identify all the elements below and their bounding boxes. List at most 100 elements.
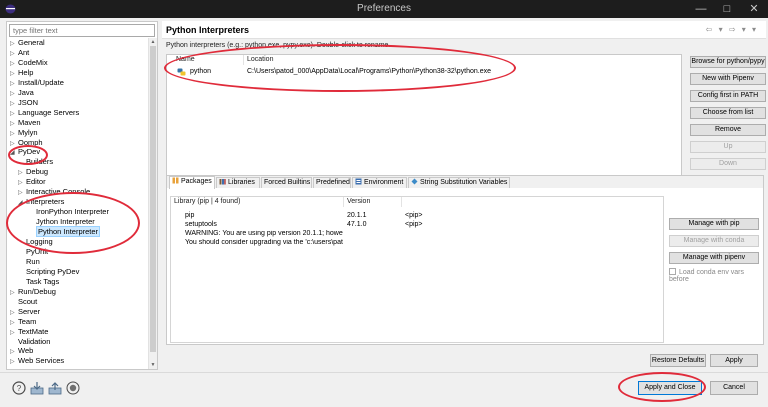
history-nav-icon[interactable]: ⇦ ▾ ⇨ ▾ ▾ <box>706 25 758 34</box>
column-divider[interactable] <box>401 197 402 207</box>
tree-item-mylyn[interactable]: ▷ Mylyn <box>10 128 38 137</box>
restore-defaults-button[interactable]: Restore Defaults <box>650 354 706 367</box>
tree-item-run-debug[interactable]: ▷ Run/Debug <box>10 287 56 296</box>
new-with-pipenv-button[interactable]: New with Pipenv <box>690 73 766 85</box>
tree-item-interactive-console[interactable]: ▷ Interactive Console <box>18 187 90 196</box>
package-source: <pip> <box>405 221 423 228</box>
tree-item-run[interactable]: Run <box>18 257 40 266</box>
tree-item-web-services[interactable]: ▷ Web Services <box>10 356 64 365</box>
variables-icon <box>411 178 418 185</box>
tab-packages[interactable]: Packages <box>169 176 215 189</box>
tree-item-web[interactable]: ▷ Web <box>10 346 33 355</box>
interpreter-info-tabs: Packages Libraries Forced Builtins Prede… <box>166 175 764 345</box>
column-header-location[interactable]: Location <box>247 56 273 63</box>
tree-item-codemix[interactable]: ▷ CodeMix <box>10 58 48 67</box>
collapse-arrow-icon[interactable]: ◢ <box>10 149 18 158</box>
pip-warning-line: WARNING: You are using pip version 20.1.… <box>185 230 343 237</box>
tree-item-language-servers[interactable]: ▷ Language Servers <box>10 108 79 117</box>
tree-item-oomph[interactable]: ▷ Oomph <box>10 138 43 147</box>
tree-item-label: Interactive Console <box>26 187 91 197</box>
choose-from-list-button[interactable]: Choose from list <box>690 107 766 119</box>
apply-and-close-button[interactable]: Apply and Close <box>638 381 702 395</box>
preferences-record-icon[interactable] <box>66 381 80 395</box>
tree-item-general[interactable]: ▷ General <box>10 38 45 47</box>
scrollbar-thumb[interactable] <box>150 46 156 352</box>
browse-python-button[interactable]: Browse for python/pypy <box>690 56 766 68</box>
manage-with-conda-button[interactable]: Manage with conda <box>669 235 759 247</box>
maximize-icon[interactable]: □ <box>713 0 741 18</box>
tree-item-json[interactable]: ▷ JSON <box>10 98 38 107</box>
page-title: Python Interpreters <box>166 25 250 35</box>
package-version: 47.1.0 <box>347 221 367 228</box>
tree-item-install-update[interactable]: ▷ Install/Update <box>10 78 64 87</box>
column-header-version[interactable]: Version <box>347 198 370 205</box>
tree-item-scripting-pydev[interactable]: Scripting PyDev <box>18 267 79 276</box>
tree-item-pyunit[interactable]: PyUnit <box>18 247 48 256</box>
interpreter-table[interactable]: Name Location python C:\Users\patod_000\… <box>166 54 682 188</box>
manage-with-pipenv-button[interactable]: Manage with pipenv <box>669 252 759 264</box>
tree-item-label: Oomph <box>18 137 43 147</box>
tree-item-label: Maven <box>18 117 41 127</box>
tree-item-builders[interactable]: Builders <box>18 157 53 166</box>
interpreter-row[interactable]: python C:\Users\patod_000\AppData\Local\… <box>168 67 680 77</box>
column-header-library[interactable]: Library (pip | 4 found) <box>174 198 240 205</box>
tree-item-task-tags[interactable]: Task Tags <box>18 277 59 286</box>
manage-with-pip-button[interactable]: Manage with pip <box>669 218 759 230</box>
tree-item-textmate[interactable]: ▷ TextMate <box>10 327 48 336</box>
tree-item-validation[interactable]: Validation <box>10 337 50 346</box>
tree-item-debug[interactable]: ▷ Debug <box>18 167 48 176</box>
interpreters-description: Python interpreters (e.g.: python.exe, p… <box>166 42 391 49</box>
tree-item-label: Builders <box>26 157 54 167</box>
tree-scrollbar[interactable]: ▲ ▼ <box>148 38 157 369</box>
tree-item-ironpython-interpreter[interactable]: IronPython Interpreter <box>28 207 109 216</box>
tree-item-java[interactable]: ▷ Java <box>10 88 34 97</box>
scroll-down-icon[interactable]: ▼ <box>149 361 157 369</box>
remove-button[interactable]: Remove <box>690 124 766 136</box>
down-button[interactable]: Down <box>690 158 766 170</box>
filter-input[interactable] <box>9 24 155 37</box>
tree-item-team[interactable]: ▷ Team <box>10 317 36 326</box>
tab-environment[interactable]: Environment <box>352 177 407 188</box>
tree-item-help[interactable]: ▷ Help <box>10 68 33 77</box>
tab-predefined[interactable]: Predefined <box>313 177 351 188</box>
tab-packages-label: Packages <box>181 178 212 185</box>
tree-item-ant[interactable]: ▷ Ant <box>10 48 29 57</box>
tree-item-pydev[interactable]: ◢ PyDev <box>10 147 40 156</box>
minimize-icon[interactable]: — <box>687 0 715 18</box>
tree-item-interpreters[interactable]: ◢ Interpreters <box>18 197 64 206</box>
cancel-button[interactable]: Cancel <box>710 381 758 395</box>
column-divider[interactable] <box>343 197 344 207</box>
tree-item-logging[interactable]: Logging <box>18 237 53 246</box>
tree-item-label: Interpreters <box>26 197 65 207</box>
tab-forced-builtins[interactable]: Forced Builtins <box>261 177 312 188</box>
apply-button[interactable]: Apply <box>710 354 758 367</box>
tree-item-jython-interpreter[interactable]: Jython Interpreter <box>28 217 95 226</box>
close-icon[interactable]: ✕ <box>740 0 768 18</box>
interpreter-name: python <box>190 68 212 75</box>
tree-item-maven[interactable]: ▷ Maven <box>10 118 41 127</box>
tree-item-label: Debug <box>26 167 49 177</box>
export-icon[interactable] <box>48 381 62 395</box>
packages-table[interactable]: Library (pip | 4 found) Version pip 20.1… <box>170 196 664 343</box>
config-first-in-path-button[interactable]: Config first in PATH <box>690 90 766 102</box>
preference-tree-panel: ▷General▷Ant▷CodeMix▷Help▷Install/Update… <box>6 21 158 370</box>
scroll-up-icon[interactable]: ▲ <box>149 38 157 46</box>
column-divider[interactable] <box>243 55 244 65</box>
tab-string-substitution[interactable]: String Substitution Variables <box>408 177 510 188</box>
tab-predefined-label: Predefined <box>316 179 350 186</box>
tree-item-scout[interactable]: Scout <box>10 297 37 306</box>
import-icon[interactable] <box>30 381 44 395</box>
collapse-arrow-icon[interactable]: ◢ <box>18 199 26 208</box>
up-button[interactable]: Up <box>690 141 766 153</box>
tree-item-editor[interactable]: ▷ Editor <box>18 177 46 186</box>
load-conda-env-checkbox[interactable]: Load conda env vars before <box>669 268 763 283</box>
tab-strip: Packages Libraries Forced Builtins Prede… <box>167 176 763 189</box>
environment-icon <box>355 178 362 185</box>
column-header-name[interactable]: Name <box>176 56 195 63</box>
expand-arrow-icon[interactable]: ▷ <box>10 358 18 367</box>
tab-libraries[interactable]: Libraries <box>216 177 260 188</box>
checkbox-box[interactable] <box>669 268 676 275</box>
tree-item-python-interpreter[interactable]: Python Interpreter <box>28 226 101 238</box>
tree-item-server[interactable]: ▷ Server <box>10 307 40 316</box>
help-icon[interactable]: ? <box>12 381 26 395</box>
